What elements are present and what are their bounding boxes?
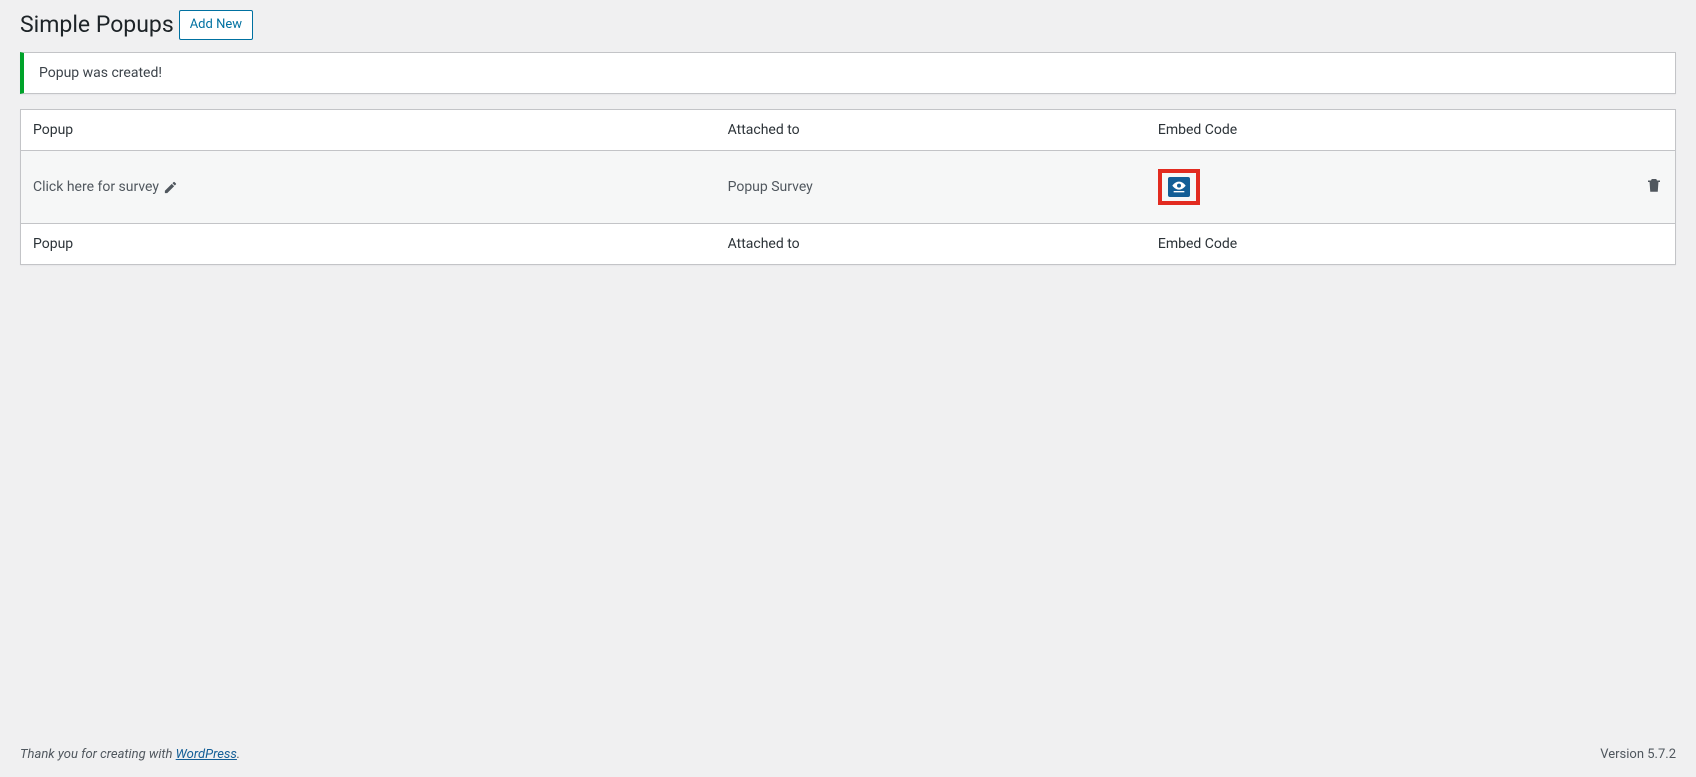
- column-header-popup: Popup: [21, 109, 716, 150]
- add-new-button[interactable]: Add New: [179, 10, 253, 40]
- column-footer-actions: [1510, 223, 1676, 264]
- page-title: Simple Popups: [20, 10, 174, 40]
- popup-name-text: Click here for survey: [33, 179, 159, 195]
- page-header: Simple Popups Add New: [20, 10, 1676, 40]
- column-footer-embed-code: Embed Code: [1146, 223, 1510, 264]
- footer: Thank you for creating with WordPress. V…: [0, 732, 1696, 777]
- notice-message: Popup was created!: [39, 65, 1660, 81]
- column-header-attached-to: Attached to: [716, 109, 1146, 150]
- footer-thank-you-prefix: Thank you for creating with: [20, 747, 176, 762]
- column-header-embed-code: Embed Code: [1146, 109, 1510, 150]
- wordpress-link[interactable]: WordPress: [176, 747, 237, 762]
- preview-icon[interactable]: [1168, 177, 1190, 197]
- column-footer-popup: Popup: [21, 223, 716, 264]
- popup-name-link[interactable]: Click here for survey: [33, 179, 178, 195]
- attached-to-cell: Popup Survey: [716, 150, 1146, 223]
- edit-icon[interactable]: [163, 179, 178, 195]
- footer-credits: Thank you for creating with WordPress.: [20, 747, 240, 762]
- success-notice: Popup was created!: [20, 52, 1676, 94]
- version-label: Version 5.7.2: [1600, 747, 1676, 762]
- footer-thank-you-suffix: .: [237, 747, 240, 762]
- popups-table: Popup Attached to Embed Code Click here …: [20, 109, 1676, 265]
- table-row: Click here for survey Popup Survey: [21, 150, 1676, 223]
- column-header-actions: [1510, 109, 1676, 150]
- column-footer-attached-to: Attached to: [716, 223, 1146, 264]
- trash-icon[interactable]: [1645, 182, 1663, 198]
- embed-highlight: [1158, 169, 1200, 205]
